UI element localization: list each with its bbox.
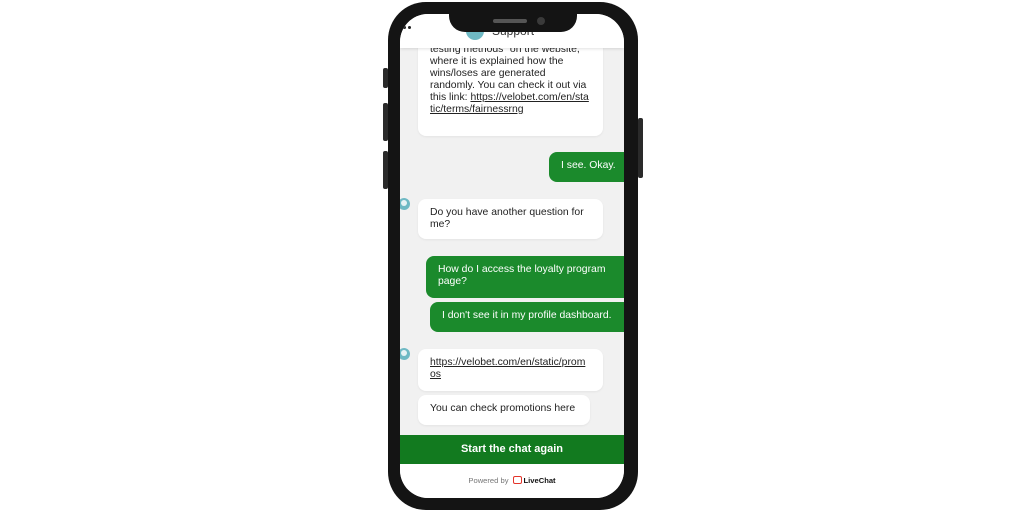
agent-avatar-icon xyxy=(400,348,410,360)
agent-avatar-icon xyxy=(400,198,410,210)
stage: testing methods" on the website, where i… xyxy=(0,0,1024,512)
phone-power-button xyxy=(638,118,643,178)
agent-message: testing methods" on the website, where i… xyxy=(418,36,603,136)
message-text: You can check promotions here xyxy=(430,403,576,414)
status-bar-icon xyxy=(403,26,413,30)
agent-message: You can check promotions here xyxy=(418,395,590,425)
message-list[interactable]: testing methods" on the website, where i… xyxy=(400,14,624,435)
phone-speaker xyxy=(493,19,527,23)
livechat-logo-icon xyxy=(512,476,522,484)
user-message: I don't see it in my profile dashboard. xyxy=(430,302,624,332)
phone-camera xyxy=(537,17,545,25)
user-message: How do I access the loyalty program page… xyxy=(426,256,624,298)
message-text: How do I access the loyalty program page… xyxy=(438,264,606,287)
message-text: I see. Okay. xyxy=(561,160,616,171)
livechat-brand: LiveChat xyxy=(523,476,556,485)
powered-by-label: Powered by xyxy=(468,476,509,485)
agent-message: Do you have another question for me? xyxy=(418,199,603,239)
chat-footer: Powered by LiveChat xyxy=(400,464,624,498)
user-message: I see. Okay. xyxy=(549,152,624,182)
phone-notch xyxy=(449,2,577,32)
powered-by[interactable]: Powered by LiveChat xyxy=(400,476,624,486)
message-text: I don't see it in my profile dashboard. xyxy=(442,310,612,321)
start-chat-again-button[interactable]: Start the chat again xyxy=(400,435,624,464)
agent-message: https://velobet.com/en/static/promos xyxy=(418,349,603,391)
message-link[interactable]: https://velobet.com/en/static/promos xyxy=(430,357,585,380)
message-text: Do you have another question for me? xyxy=(430,207,584,230)
chat-screen: testing methods" on the website, where i… xyxy=(400,14,624,498)
